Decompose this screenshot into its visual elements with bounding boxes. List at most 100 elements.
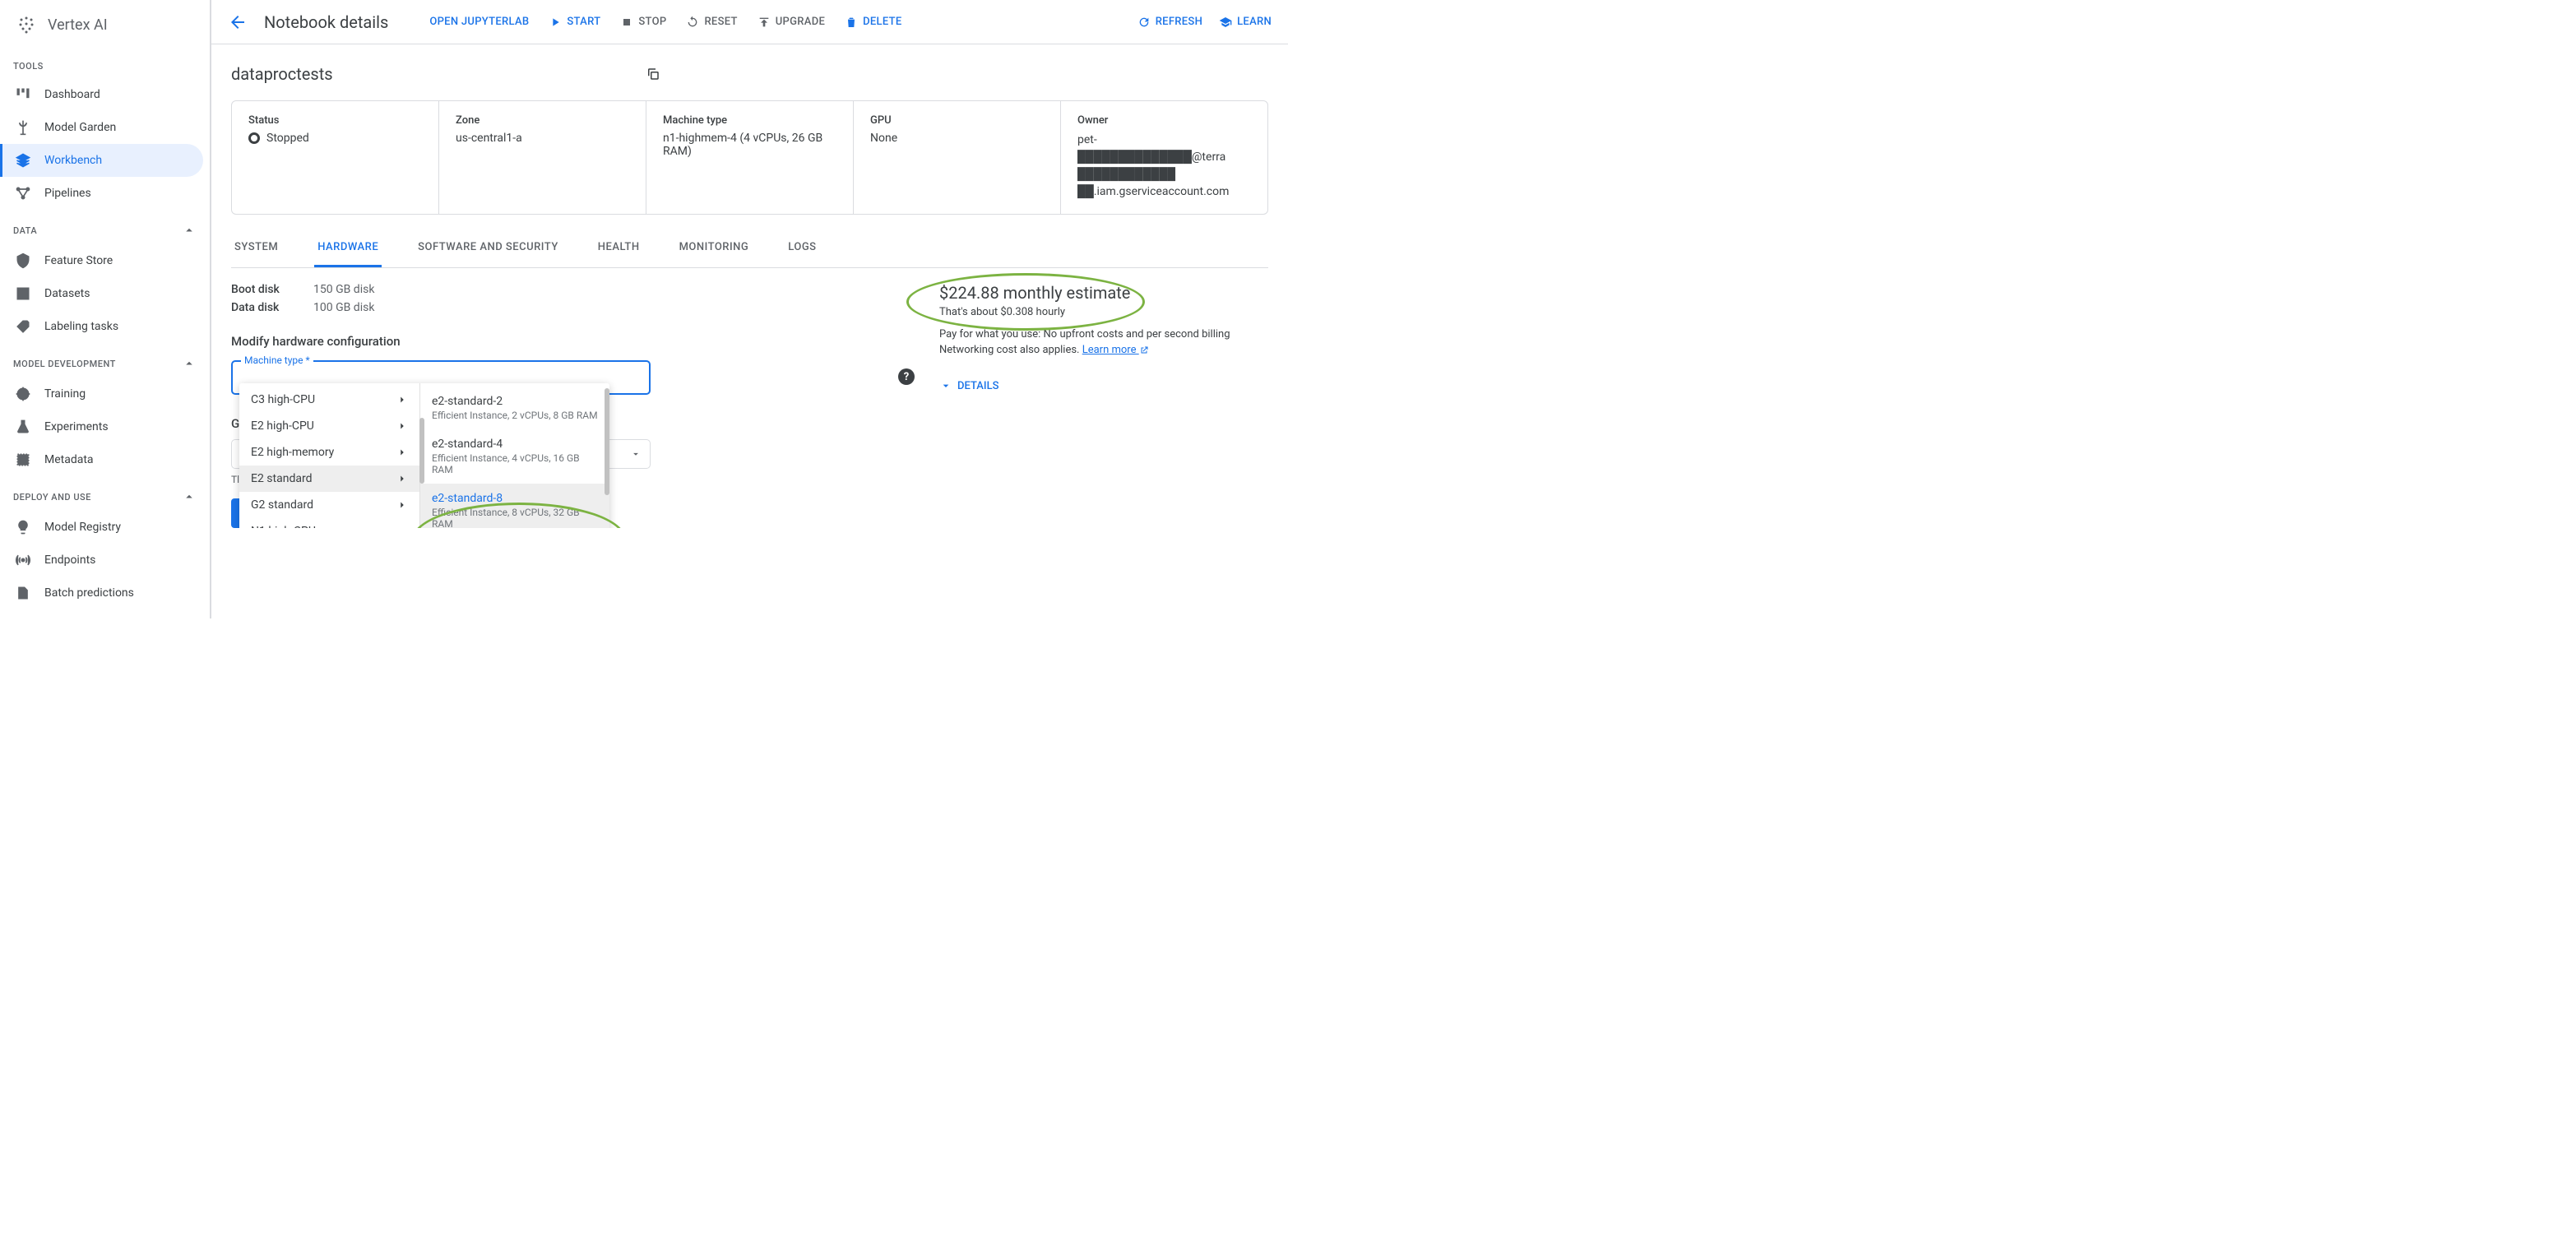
sidebar-item-training[interactable]: Training <box>0 378 203 410</box>
sidebar-item-label: Batch predictions <box>44 586 134 600</box>
gpu-value: None <box>870 132 1044 145</box>
details-toggle[interactable]: DETAILS <box>939 379 1268 392</box>
machine-category-c3-high-cpu[interactable]: C3 high-CPU <box>239 387 419 413</box>
owner-value: pet- ██████████████@terra ████████████ █… <box>1077 132 1251 201</box>
chevron-right-icon <box>396 473 408 484</box>
open-jupyterlab-button[interactable]: OPEN JUPYTERLAB <box>429 16 529 28</box>
data-disk-label: Data disk <box>231 301 289 314</box>
learn-more-link[interactable]: Learn more <box>1082 344 1149 356</box>
tab-logs[interactable]: LOGS <box>785 229 819 267</box>
sidebar-item-label: Feature Store <box>44 254 113 267</box>
machine-type-legend: Machine type * <box>241 354 313 366</box>
hourly-estimate: That's about $0.308 hourly <box>939 306 1268 318</box>
sidebar-item-datasets[interactable]: Datasets <box>0 277 203 310</box>
copy-button[interactable] <box>646 67 660 81</box>
brand: Vertex AI <box>0 10 210 48</box>
machine-option-e2-standard-8[interactable]: e2-standard-8Efficient Instance, 8 vCPUs… <box>420 484 609 528</box>
stopped-icon <box>248 132 260 144</box>
sidebar-item-label: Metadata <box>44 453 94 466</box>
sidebar-item-label: Workbench <box>44 154 102 167</box>
main: Notebook details OPEN JUPYTERLAB START S… <box>211 0 1288 618</box>
start-button[interactable]: START <box>549 16 600 29</box>
tab-software-and-security[interactable]: SOFTWARE AND SECURITY <box>415 229 562 267</box>
nav-section-data[interactable]: DATA <box>0 210 210 244</box>
chevron-right-icon <box>396 420 408 432</box>
machine-category-e2-high-memory[interactable]: E2 high-memory <box>239 439 419 466</box>
refresh-button[interactable]: REFRESH <box>1137 16 1202 29</box>
tab-health[interactable]: HEALTH <box>595 229 643 267</box>
owner-label: Owner <box>1077 114 1251 127</box>
sidebar-item-dashboard[interactable]: Dashboard <box>0 78 203 111</box>
reset-button[interactable]: RESET <box>686 16 737 29</box>
reset-icon <box>686 16 699 29</box>
pipelines-icon <box>15 185 31 202</box>
external-link-icon <box>1139 345 1149 355</box>
sidebar-item-label: Training <box>44 387 86 401</box>
tab-system[interactable]: SYSTEM <box>231 229 281 267</box>
chevron-right-icon <box>396 499 408 511</box>
play-icon <box>549 16 562 29</box>
chevron-up-icon <box>182 223 197 238</box>
data-disk-value: 100 GB disk <box>313 301 374 314</box>
workbench-icon <box>15 152 31 169</box>
machine-category-e2-standard[interactable]: E2 standard <box>239 466 419 492</box>
sidebar-item-pipelines[interactable]: Pipelines <box>0 177 203 210</box>
trash-icon <box>845 16 858 29</box>
sidebar-item-label: Dashboard <box>44 88 100 101</box>
zone-value: us-central1-a <box>456 132 629 145</box>
page-title: Notebook details <box>264 12 388 32</box>
feature-icon <box>15 252 31 269</box>
learn-button[interactable]: LEARN <box>1219 16 1272 29</box>
batch-icon <box>15 585 31 601</box>
sidebar-item-label: Labeling tasks <box>44 320 118 333</box>
nav-section-tools: TOOLS <box>0 48 210 78</box>
registry-icon <box>15 519 31 535</box>
delete-button[interactable]: DELETE <box>845 16 901 29</box>
modify-hardware-title: Modify hardware configuration <box>231 334 890 349</box>
nav-section-deploy-and-use[interactable]: DEPLOY AND USE <box>0 476 210 511</box>
experiments-icon <box>15 419 31 435</box>
status-label: Status <box>248 114 422 127</box>
dashboard-icon <box>15 86 31 103</box>
back-button[interactable] <box>228 12 248 32</box>
machine-type-dropdown: C3 high-CPUE2 high-CPUE2 high-memoryE2 s… <box>239 383 609 528</box>
sidebar-item-feature-store[interactable]: Feature Store <box>0 244 203 277</box>
machine-option-e2-standard-4[interactable]: e2-standard-4Efficient Instance, 4 vCPUs… <box>420 429 609 484</box>
model-garden-icon <box>15 119 31 136</box>
scrollbar[interactable] <box>605 388 609 495</box>
sidebar-item-batch-predictions[interactable]: Batch predictions <box>0 577 203 609</box>
sidebar-item-model-registry[interactable]: Model Registry <box>0 511 203 544</box>
stop-button[interactable]: STOP <box>620 16 666 29</box>
sidebar-item-model-garden[interactable]: Model Garden <box>0 111 203 144</box>
gpu-label: GPU <box>870 114 1044 127</box>
labeling-icon <box>15 318 31 335</box>
tab-hardware[interactable]: HARDWARE <box>314 229 382 267</box>
sidebar-item-metadata[interactable]: Metadata <box>0 443 203 476</box>
status-value: Stopped <box>248 132 422 145</box>
chevron-right-icon <box>396 394 408 405</box>
zone-label: Zone <box>456 114 629 127</box>
notebook-name: dataproctests <box>231 64 333 84</box>
sidebar: Vertex AI TOOLS Dashboard Model Garden Work… <box>0 0 211 618</box>
tabs: SYSTEM HARDWARE SOFTWARE AND SECURITY HEALT… <box>231 229 1268 268</box>
sidebar-item-label: Experiments <box>44 420 109 433</box>
sidebar-item-labeling-tasks[interactable]: Labeling tasks <box>0 310 203 343</box>
topbar: Notebook details OPEN JUPYTERLAB START S… <box>211 0 1288 44</box>
machine-category-n1-high-cpu[interactable]: N1 high-CPU <box>239 518 419 528</box>
upgrade-button[interactable]: UPGRADE <box>758 16 825 29</box>
nav-section-model-development[interactable]: MODEL DEVELOPMENT <box>0 343 210 378</box>
metadata-icon <box>15 452 31 468</box>
summary-card: Status Stopped Zone us-central1-a Machin… <box>231 100 1268 215</box>
machine-category-g2-standard[interactable]: G2 standard <box>239 492 419 518</box>
tab-monitoring[interactable]: MONITORING <box>676 229 753 267</box>
sidebar-item-workbench[interactable]: Workbench <box>0 144 203 177</box>
help-icon[interactable]: ? <box>898 368 915 385</box>
machine-category-e2-high-cpu[interactable]: E2 high-CPU <box>239 413 419 439</box>
cost-note-1: Pay for what you use: No upfront costs a… <box>939 328 1268 341</box>
machine-option-e2-standard-2[interactable]: e2-standard-2Efficient Instance, 2 vCPUs… <box>420 387 609 429</box>
sidebar-item-experiments[interactable]: Experiments <box>0 410 203 443</box>
sidebar-item-endpoints[interactable]: Endpoints <box>0 544 203 577</box>
chevron-right-icon <box>396 526 408 528</box>
sidebar-item-label: Model Garden <box>44 121 116 134</box>
boot-disk-label: Boot disk <box>231 283 289 296</box>
